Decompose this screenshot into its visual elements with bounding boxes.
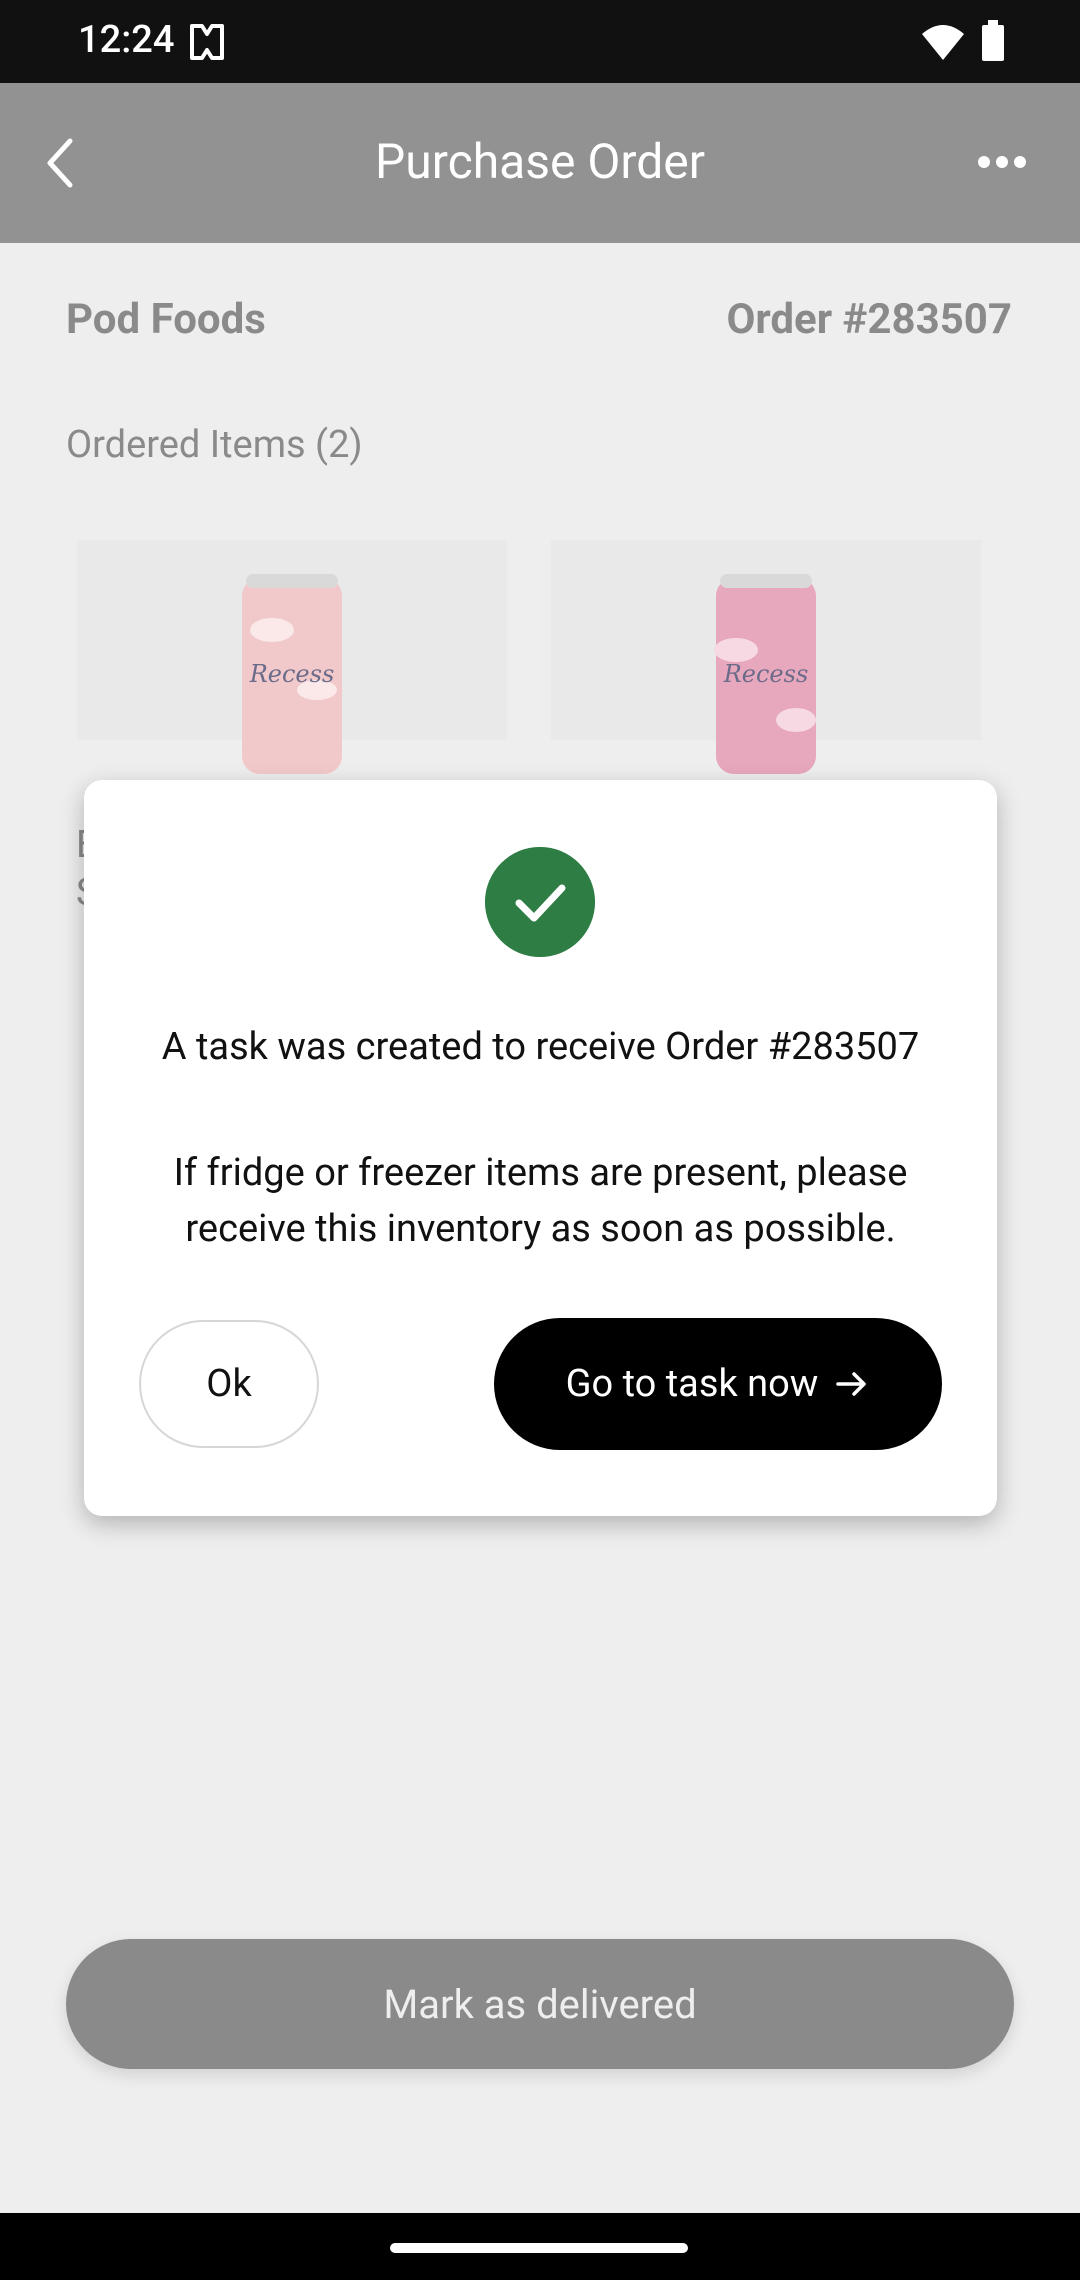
arrow-right-icon	[836, 1372, 867, 1396]
battery-icon	[982, 20, 1004, 61]
check-circle-icon	[485, 847, 595, 957]
dialog-message: If fridge or freezer items are present, …	[173, 1151, 908, 1251]
ordered-items-label: Ordered Items (2)	[66, 423, 363, 467]
app-header: Purchase Order	[0, 83, 1080, 243]
vendor-name: Pod Foods	[66, 295, 266, 344]
status-time: 12:24	[78, 18, 175, 62]
system-nav-bar	[0, 2213, 1080, 2280]
go-to-task-button[interactable]: Go to task now	[494, 1318, 942, 1450]
app-notification-icon	[190, 24, 224, 60]
task-created-dialog: A task was created to receive Order #283…	[84, 780, 997, 1516]
svg-text:Recess: Recess	[249, 660, 335, 688]
mark-as-delivered-button[interactable]: Mark as delivered	[66, 1939, 1014, 2069]
more-horizontal-icon[interactable]	[976, 147, 1028, 177]
order-number: Order #283507	[726, 295, 1012, 344]
product-image: Recess	[242, 574, 342, 774]
product-image: Recess	[714, 574, 816, 774]
home-indicator[interactable]	[390, 2243, 688, 2253]
ok-button-label: Ok	[206, 1362, 252, 1406]
wifi-icon	[922, 25, 964, 60]
product-card[interactable]: Recess	[77, 540, 507, 774]
dialog-title: A task was created to receive Order #283…	[161, 1025, 920, 1069]
product-card[interactable]: Recess	[551, 540, 981, 774]
svg-text:Recess: Recess	[723, 660, 809, 688]
go-to-task-label: Go to task now	[565, 1362, 819, 1406]
page-title: Purchase Order	[375, 133, 705, 190]
ok-button[interactable]: Ok	[139, 1320, 319, 1448]
status-bar: 12:24	[0, 0, 1080, 83]
